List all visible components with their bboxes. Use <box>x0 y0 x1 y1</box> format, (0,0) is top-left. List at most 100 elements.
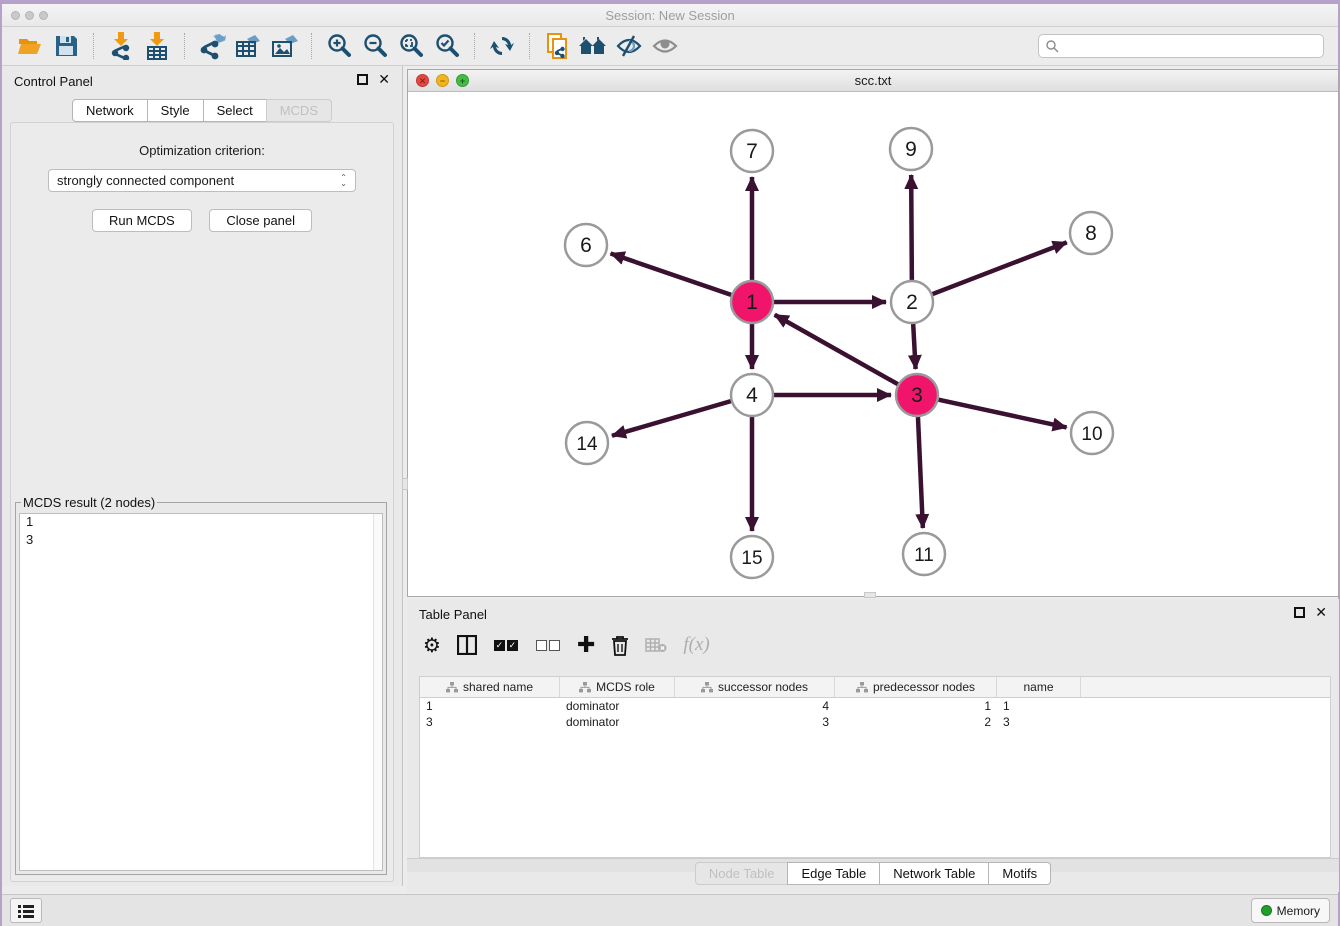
tab-network[interactable]: Network <box>72 99 148 122</box>
cell-name[interactable]: 1 <box>997 698 1081 714</box>
table-row[interactable]: 3dominator323 <box>420 714 1330 730</box>
close-panel-button[interactable]: Close panel <box>209 209 312 232</box>
zoom-in-icon[interactable] <box>324 32 354 60</box>
column-header-shared-name[interactable]: shared name <box>420 677 560 697</box>
node-3[interactable]: 3 <box>896 374 938 416</box>
float-table-panel-icon[interactable] <box>1294 607 1305 618</box>
svg-text:14: 14 <box>576 434 598 455</box>
node-8[interactable]: 8 <box>1070 212 1112 254</box>
function-builder-icon[interactable]: f(x) <box>683 633 709 657</box>
criterion-dropdown[interactable]: strongly connected component ⌃⌄ <box>48 169 356 192</box>
node-11[interactable]: 11 <box>903 533 945 575</box>
control-panel-tabs: NetworkStyleSelectMCDS <box>72 99 332 122</box>
save-session-icon[interactable] <box>51 32 81 60</box>
edge-4-14[interactable] <box>612 401 731 436</box>
export-table-icon[interactable] <box>233 32 263 60</box>
column-layout-icon[interactable] <box>457 633 477 657</box>
search-icon <box>1045 39 1059 53</box>
export-image-icon[interactable] <box>269 32 299 60</box>
node-4[interactable]: 4 <box>731 374 773 416</box>
close-table-panel-icon[interactable]: ✕ <box>1315 607 1327 618</box>
node-table[interactable]: shared nameMCDS rolesuccessor nodesprede… <box>419 676 1331 858</box>
task-history-button[interactable] <box>10 898 42 923</box>
cell-successor-nodes[interactable]: 4 <box>675 698 835 714</box>
node-7[interactable]: 7 <box>731 130 773 172</box>
export-network-icon[interactable] <box>197 32 227 60</box>
deselect-all-columns-icon[interactable] <box>535 633 561 657</box>
import-network-icon[interactable] <box>106 32 136 60</box>
column-header-MCDS-role[interactable]: MCDS role <box>560 677 675 697</box>
cell-predecessor-nodes[interactable]: 2 <box>835 714 997 730</box>
tab-style[interactable]: Style <box>147 99 204 122</box>
delete-table-icon[interactable] <box>645 633 667 657</box>
cell-shared-name[interactable]: 1 <box>420 698 560 714</box>
zoom-selected-icon[interactable] <box>432 32 462 60</box>
node-2[interactable]: 2 <box>891 281 933 323</box>
cell-predecessor-nodes[interactable]: 1 <box>835 698 997 714</box>
cell-shared-name[interactable]: 3 <box>420 714 560 730</box>
node-15[interactable]: 15 <box>731 536 773 578</box>
open-session-icon[interactable] <box>15 32 45 60</box>
edge-3-1[interactable] <box>775 315 898 384</box>
minimize-window-button[interactable] <box>25 11 34 20</box>
select-all-columns-icon[interactable]: ✓✓ <box>493 633 519 657</box>
tab-node-table[interactable]: Node Table <box>695 862 789 885</box>
mcds-result-title: MCDS result (2 nodes) <box>21 495 157 510</box>
edge-1-6[interactable] <box>611 253 732 294</box>
column-header-predecessor-nodes[interactable]: predecessor nodes <box>835 677 997 697</box>
maximize-window-button[interactable] <box>39 11 48 20</box>
window-controls[interactable] <box>11 11 48 20</box>
column-header-successor-nodes[interactable]: successor nodes <box>675 677 835 697</box>
edge-3-11[interactable] <box>918 417 923 528</box>
table-settings-gear-icon[interactable]: ⚙ <box>423 633 441 657</box>
duplicate-network-icon[interactable] <box>542 32 572 60</box>
hide-panels-eye-icon[interactable] <box>614 32 644 60</box>
float-panel-icon[interactable] <box>357 74 368 85</box>
tab-motifs[interactable]: Motifs <box>988 862 1051 885</box>
refresh-layout-icon[interactable] <box>487 32 517 60</box>
zoom-out-icon[interactable] <box>360 32 390 60</box>
table-panel-title: Table Panel <box>419 607 487 622</box>
network-window-titlebar[interactable]: ✕ − + scc.txt <box>408 70 1338 92</box>
splitter-handle[interactable] <box>864 592 876 598</box>
tab-select[interactable]: Select <box>203 99 267 122</box>
tab-mcds[interactable]: MCDS <box>266 99 332 122</box>
show-eye-icon[interactable] <box>650 32 680 60</box>
result-scrollbar[interactable] <box>373 514 382 870</box>
cell-name[interactable]: 3 <box>997 714 1081 730</box>
add-column-icon[interactable]: ✚ <box>577 633 595 657</box>
node-6[interactable]: 6 <box>565 224 607 266</box>
network-zoom-icon[interactable]: + <box>456 74 469 87</box>
delete-column-trash-icon[interactable] <box>611 633 629 657</box>
import-table-icon[interactable] <box>142 32 172 60</box>
cell-MCDS-role[interactable]: dominator <box>560 698 675 714</box>
search-field[interactable] <box>1038 34 1324 58</box>
node-9[interactable]: 9 <box>890 128 932 170</box>
edge-2-9[interactable] <box>911 175 912 280</box>
search-input[interactable] <box>1059 39 1317 53</box>
close-panel-icon[interactable]: ✕ <box>378 74 390 85</box>
edge-3-10[interactable] <box>938 400 1066 428</box>
node-1[interactable]: 1 <box>731 281 773 323</box>
network-minimize-icon[interactable]: − <box>436 74 449 87</box>
table-row[interactable]: 1dominator411 <box>420 698 1330 714</box>
mcds-result-list[interactable]: 13 <box>19 513 383 871</box>
memory-button[interactable]: Memory <box>1251 898 1330 923</box>
close-window-button[interactable] <box>11 11 20 20</box>
tab-edge-table[interactable]: Edge Table <box>787 862 880 885</box>
zoom-fit-icon[interactable] <box>396 32 426 60</box>
home-view-icon[interactable] <box>578 32 608 60</box>
cell-MCDS-role[interactable]: dominator <box>560 714 675 730</box>
tab-network-table[interactable]: Network Table <box>879 862 989 885</box>
splitter-handle[interactable] <box>402 478 408 490</box>
network-close-icon[interactable]: ✕ <box>416 74 429 87</box>
column-header-name[interactable]: name <box>997 677 1081 697</box>
node-10[interactable]: 10 <box>1071 412 1113 454</box>
node-14[interactable]: 14 <box>566 422 608 464</box>
edge-2-3[interactable] <box>913 324 915 369</box>
sort-tree-icon <box>856 682 868 693</box>
edge-2-8[interactable] <box>933 242 1067 294</box>
run-mcds-button[interactable]: Run MCDS <box>92 209 192 232</box>
cell-successor-nodes[interactable]: 3 <box>675 714 835 730</box>
network-canvas[interactable]: 7 9 6 8 1 2 4 3 14 10 15 11 <box>408 93 1338 596</box>
